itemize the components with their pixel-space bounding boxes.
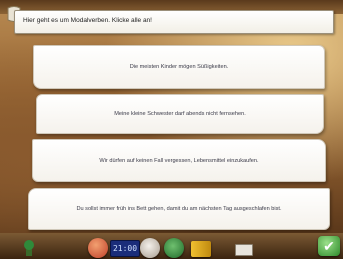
home-icon[interactable] [88,238,108,258]
game-scene: Hier geht es um Modalverben. Klicke alle… [0,0,343,259]
instruction-text: Hier geht es um Modalverben. Klicke alle… [23,17,152,24]
sentence-card-1[interactable]: Die meisten Kinder mögen Süßigkeiten. [33,45,325,89]
instruction-banner: Hier geht es um Modalverben. Klicke alle… [14,10,334,34]
clock-icon[interactable]: 21:00 [110,240,140,257]
book-icon[interactable] [191,241,211,257]
card-icon[interactable] [235,244,253,256]
sentence-text: Wir dürfen auf keinen Fall vergessen, Le… [99,157,259,164]
sentence-text: Meine kleine Schwester darf abends nicht… [114,111,246,117]
globe-icon[interactable] [164,238,184,258]
clock-value: 21:00 [112,244,138,253]
sentence-card-2[interactable]: Meine kleine Schwester darf abends nicht… [36,94,324,134]
sentence-text: Die meisten Kinder mögen Süßigkeiten. [129,64,229,70]
speaker-icon[interactable] [140,238,160,258]
check-icon[interactable]: ✔ [318,236,340,256]
plant-icon [24,240,34,256]
sentence-card-3[interactable]: Wir dürfen auf keinen Fall vergessen, Le… [32,139,326,182]
sentence-text: Du sollst immer früh ins Bett gehen, dam… [76,206,282,212]
sentence-card-4[interactable]: Du sollst immer früh ins Bett gehen, dam… [28,188,330,230]
